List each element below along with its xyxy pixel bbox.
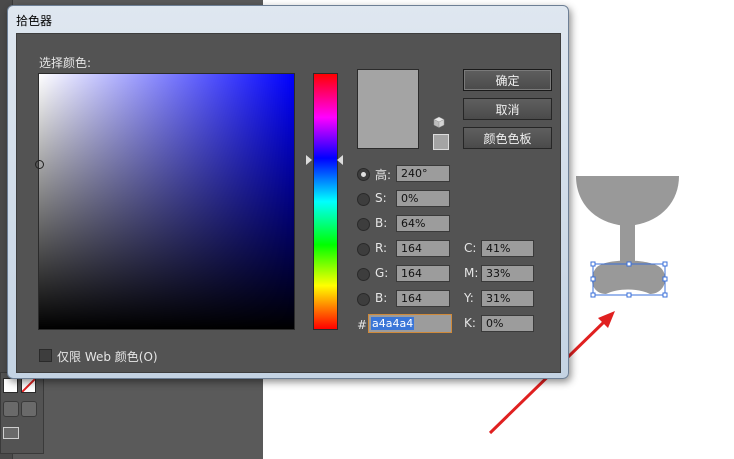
saturation-label: S: [375,191,387,205]
hue-radio[interactable] [357,168,370,181]
selection-handle [626,292,632,298]
red-radio[interactable] [357,243,370,256]
selection-handle [590,261,596,267]
yellow-label: Y: [464,291,474,305]
fill-swatch-icon[interactable] [3,378,18,393]
brightness-input[interactable]: 64% [396,215,450,232]
web-colors-only-label: 仅限 Web 颜色(O) [57,350,158,364]
goblet-artwork[interactable] [560,160,734,459]
selection-handle [590,276,596,282]
stroke-none-icon[interactable] [21,378,36,393]
saturation-radio[interactable] [357,193,370,206]
selection-handle [662,276,668,282]
hue-slider-left-handle[interactable] [306,155,312,165]
hue-slider-right-handle[interactable] [337,155,343,165]
red-input[interactable]: 164 [396,240,450,257]
screen-mode-icon[interactable] [3,427,19,439]
magenta-label: M: [464,266,479,280]
brightness-radio[interactable] [357,218,370,231]
cancel-button[interactable]: 取消 [463,98,552,120]
selection-handle [590,292,596,298]
hue-slider[interactable] [313,73,338,330]
black-label: K: [464,316,476,330]
web-colors-only-checkbox[interactable] [39,349,52,362]
selection-handle [662,292,668,298]
green-radio[interactable] [357,268,370,281]
red-label: R: [375,241,388,255]
draw-inside-icon[interactable] [21,401,37,417]
color-picker-marker[interactable] [35,160,44,169]
hex-value: a4a4a4 [371,317,415,330]
hex-hash-label: # [357,318,368,332]
dialog-titlebar[interactable]: 拾色器 [8,6,568,32]
black-input[interactable]: 0% [481,315,534,332]
select-color-label: 选择颜色: [39,56,92,70]
green-input[interactable]: 164 [396,265,450,282]
magenta-input[interactable]: 33% [481,265,534,282]
saturation-input[interactable]: 0% [396,190,450,207]
hue-label: 高: [375,168,392,182]
goblet-bowl [576,176,679,226]
brightness-label: B: [375,216,388,230]
dialog-body: 选择颜色: 确定 取消 颜色色板 高: 240° S: 0% B: 64% R:… [16,33,561,373]
hex-input[interactable]: a4a4a4 [368,314,452,333]
gamut-warning-swatch[interactable] [433,134,449,150]
tools-panel-bottom [0,372,44,454]
gamut-cube-icon[interactable] [433,116,445,128]
blue-radio[interactable] [357,293,370,306]
color-preview-swatch [357,69,419,149]
selection-handle [626,261,632,267]
yellow-input[interactable]: 31% [481,290,534,307]
green-label: G: [375,266,389,280]
saturation-brightness-field[interactable] [35,73,295,330]
cyan-input[interactable]: 41% [481,240,534,257]
selection-handle [662,261,668,267]
draw-mode-icon[interactable] [3,401,19,417]
ok-button[interactable]: 确定 [463,69,552,91]
hue-input[interactable]: 240° [396,165,450,182]
color-swatches-button[interactable]: 颜色色板 [463,127,552,149]
blue-label: B: [375,291,388,305]
dialog-title: 拾色器 [16,14,53,28]
blue-input[interactable]: 164 [396,290,450,307]
color-picker-dialog: 拾色器 选择颜色: 确定 取消 颜色色板 高: 240° S: 0% B: 64… [7,5,569,379]
cyan-label: C: [464,241,477,255]
